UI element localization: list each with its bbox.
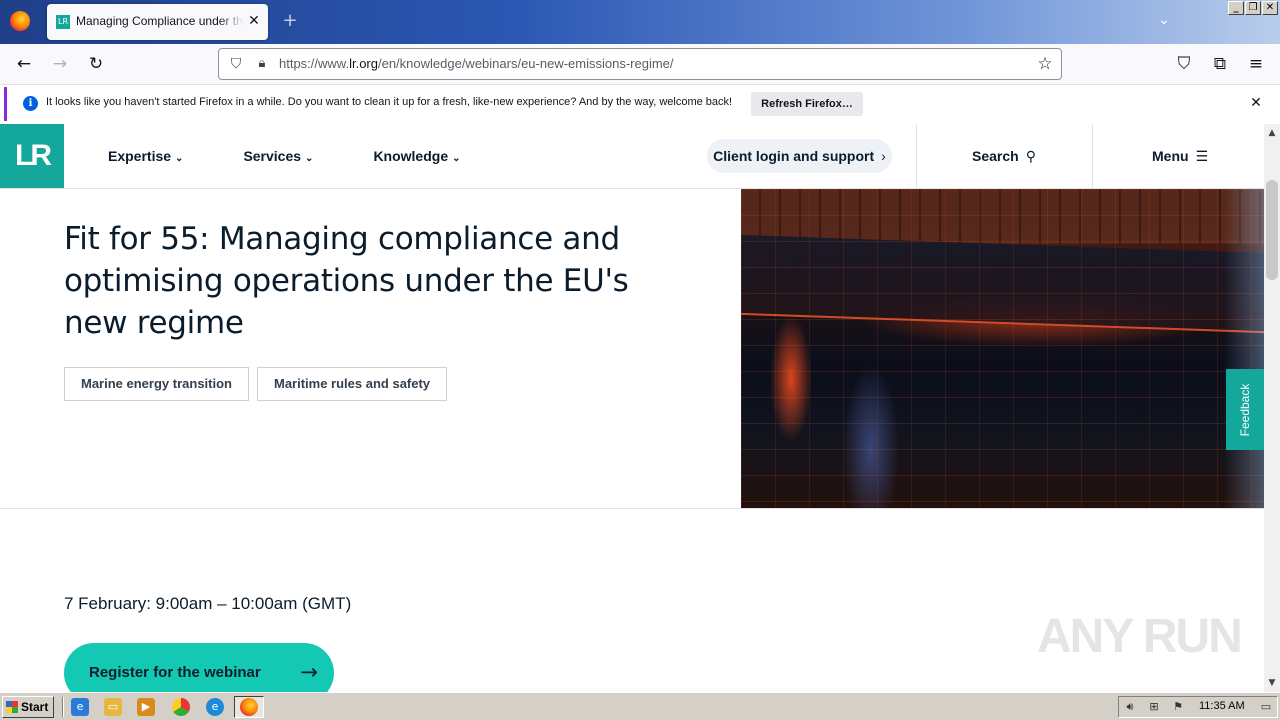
page-viewport: LR Expertise ⌄ Services ⌄ Knowledge ⌄ Clien…: [0, 124, 1264, 692]
windows-taskbar: Start e ▭ ▶ e 🔊︎ ⊞ ⚑ 11:35 AM ▭: [0, 692, 1280, 720]
show-desktop-icon[interactable]: ▭: [1259, 700, 1273, 714]
firefox-icon: [240, 698, 258, 716]
url-text[interactable]: https://www.lr.org/en/knowledge/webinars…: [279, 56, 674, 71]
chevron-down-icon: ⌄: [452, 153, 461, 164]
search-button[interactable]: Search ⚲: [972, 148, 1036, 165]
browser-tab[interactable]: LR Managing Compliance under the EU new …: [47, 4, 268, 40]
client-login-button[interactable]: Client login and support ›: [707, 139, 892, 173]
close-notification-icon[interactable]: ✕: [1248, 95, 1264, 111]
start-button[interactable]: Start: [2, 696, 54, 718]
hamburger-menu-icon[interactable]: ≡: [1246, 54, 1266, 74]
scroll-down-icon[interactable]: ▼: [1264, 676, 1280, 690]
chevron-down-icon: ⌄: [175, 153, 184, 164]
folder-icon[interactable]: ▭: [104, 698, 122, 716]
feedback-tab[interactable]: Feedback: [1226, 369, 1264, 450]
hero-ship-image: [741, 189, 1264, 508]
tag-marine-energy-transition[interactable]: Marine energy transition: [64, 367, 249, 401]
refresh-firefox-button[interactable]: Refresh Firefox…: [751, 92, 863, 116]
clock: 11:35 AM: [1199, 700, 1245, 712]
minimize-button[interactable]: _: [1228, 1, 1244, 15]
page-title: Fit for 55: Managing compliance and opti…: [64, 221, 629, 341]
lr-favicon-icon: LR: [56, 15, 70, 29]
reload-icon[interactable]: ↻: [86, 54, 106, 74]
lock-icon[interactable]: 🔒︎: [253, 55, 271, 73]
bookmark-star-icon[interactable]: ☆: [1035, 54, 1055, 74]
section-divider: [0, 508, 1264, 509]
chevron-down-icon: ⌄: [305, 153, 314, 164]
window-controls: _ ❐ ✕: [1228, 1, 1278, 15]
menu-lines-icon: ☰: [1195, 148, 1209, 164]
network-icon[interactable]: ⊞: [1147, 700, 1161, 714]
system-tray: 🔊︎ ⊞ ⚑ 11:35 AM ▭: [1118, 696, 1278, 718]
tab-title: Managing Compliance under the EU new emi…: [76, 14, 244, 28]
refresh-firefox-notification: i It looks like you haven't started Fire…: [4, 87, 1276, 121]
lr-logo[interactable]: LR: [0, 124, 64, 188]
close-window-button[interactable]: ✕: [1262, 1, 1278, 15]
topic-tags: Marine energy transition Maritime rules …: [64, 367, 448, 401]
tracking-shield-icon[interactable]: ⛉: [227, 55, 245, 73]
header-divider: [916, 124, 917, 188]
media-player-icon[interactable]: ▶: [137, 698, 155, 716]
flag-icon[interactable]: ⚑: [1171, 700, 1185, 714]
back-arrow-icon[interactable]: ←: [14, 54, 34, 74]
edge-icon[interactable]: e: [206, 698, 224, 716]
chevron-right-icon: ›: [881, 148, 886, 164]
nav-services[interactable]: Services ⌄: [243, 148, 313, 164]
scroll-thumb[interactable]: [1266, 180, 1278, 280]
header-divider: [1092, 124, 1093, 188]
nav-expertise[interactable]: Expertise ⌄: [108, 148, 183, 164]
navigation-toolbar: ← → ↻ ⛉ 🔒︎ https://www.lr.org/en/knowled…: [0, 44, 1280, 85]
extensions-icon[interactable]: ⧉: [1210, 54, 1230, 74]
event-date: 7 February: 9:00am – 10:00am (GMT): [64, 594, 352, 613]
scroll-up-icon[interactable]: ▲: [1264, 126, 1280, 140]
arrow-right-icon: →: [300, 660, 318, 684]
pocket-icon[interactable]: ⛉: [1174, 54, 1194, 74]
windows-logo-icon: [6, 701, 18, 713]
tab-strip: LR Managing Compliance under the EU new …: [0, 0, 1280, 44]
volume-icon[interactable]: 🔊︎: [1123, 700, 1137, 714]
internet-explorer-icon[interactable]: e: [71, 698, 89, 716]
anyrun-watermark: ANY RUN: [1037, 610, 1243, 663]
url-bar[interactable]: ⛉ 🔒︎ https://www.lr.org/en/knowledge/web…: [218, 48, 1062, 80]
main-nav: Expertise ⌄ Services ⌄ Knowledge ⌄: [108, 148, 521, 164]
search-icon: ⚲: [1025, 148, 1036, 164]
info-icon: i: [23, 96, 38, 111]
notification-message: It looks like you haven't started Firefo…: [46, 96, 733, 108]
firefox-taskbar-button[interactable]: [234, 696, 264, 718]
firefox-icon[interactable]: [10, 11, 30, 31]
nav-knowledge[interactable]: Knowledge ⌄: [373, 148, 460, 164]
chrome-icon[interactable]: [172, 698, 190, 716]
close-tab-icon[interactable]: ✕: [246, 13, 262, 29]
register-button[interactable]: Register for the webinar →: [64, 643, 334, 692]
chevron-down-icon[interactable]: ⌄: [1158, 12, 1176, 30]
forward-arrow-icon[interactable]: →: [50, 54, 70, 74]
site-header: LR Expertise ⌄ Services ⌄ Knowledge ⌄ Clien…: [0, 124, 1264, 189]
page-scrollbar[interactable]: ▲ ▼: [1264, 124, 1280, 692]
maximize-button[interactable]: ❐: [1245, 1, 1261, 15]
tag-maritime-rules-and-safety[interactable]: Maritime rules and safety: [256, 367, 448, 401]
menu-button[interactable]: Menu ☰: [1152, 148, 1208, 165]
new-tab-icon[interactable]: +: [281, 12, 299, 30]
